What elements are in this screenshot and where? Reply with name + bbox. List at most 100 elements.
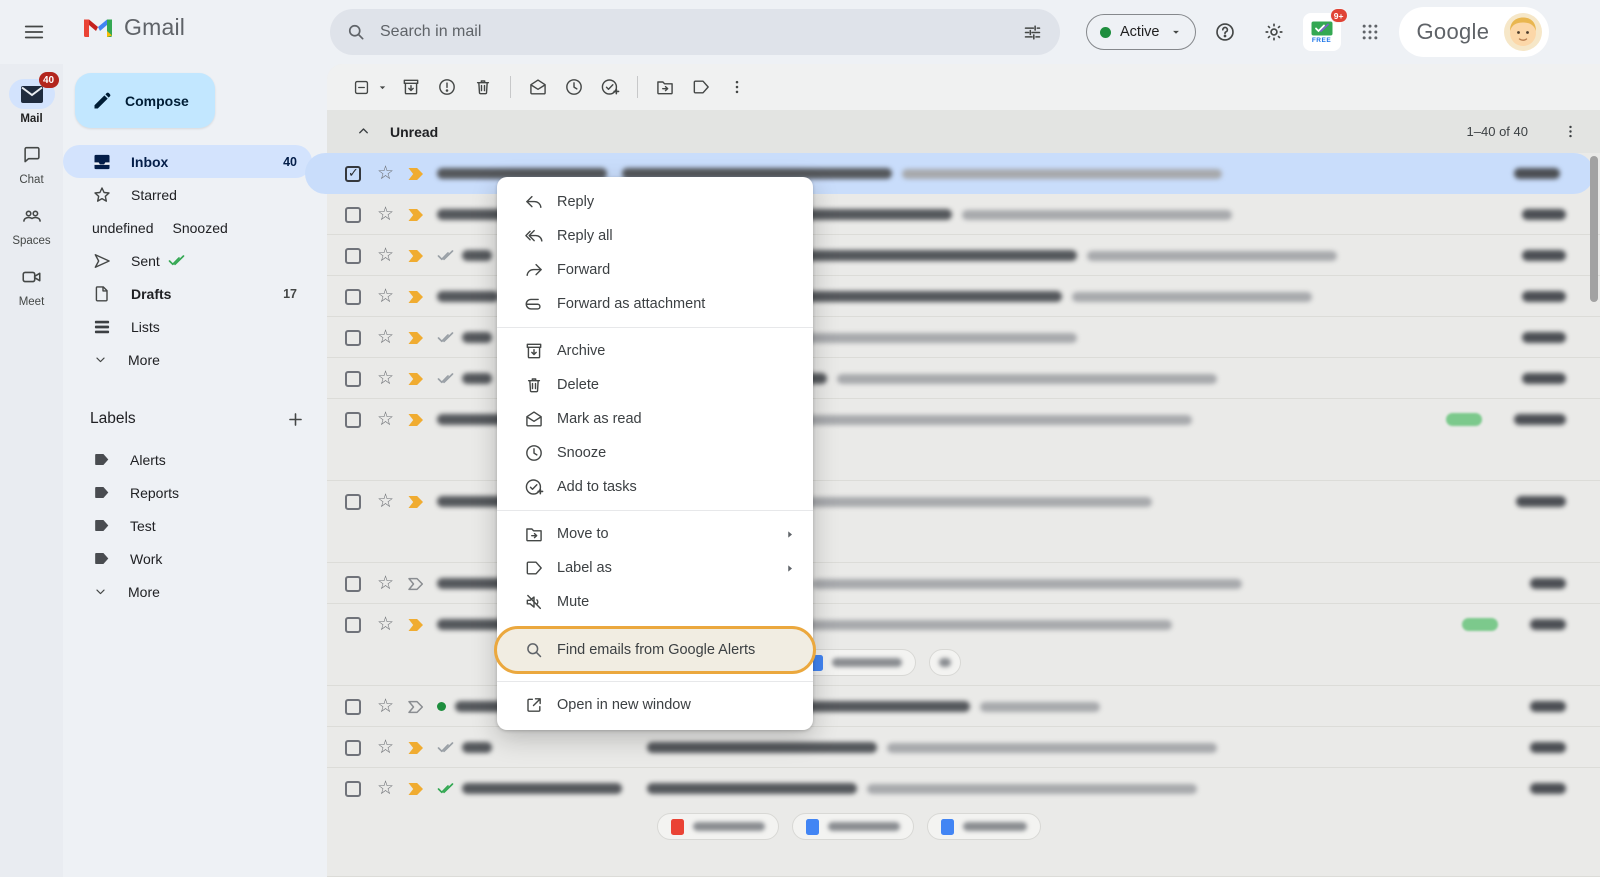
attachment-chip[interactable]	[792, 813, 914, 840]
star-icon[interactable]: ☆	[377, 328, 394, 347]
row-checkbox[interactable]	[345, 739, 361, 756]
importance-marker-icon[interactable]	[407, 372, 437, 386]
row-checkbox[interactable]	[345, 575, 361, 592]
menu-item-reply-all[interactable]: Reply all	[497, 219, 813, 253]
attachment-chip[interactable]	[657, 813, 779, 840]
row-checkbox[interactable]	[345, 165, 361, 182]
star-icon[interactable]: ☆	[377, 369, 394, 388]
menu-item-reply[interactable]: Reply	[497, 185, 813, 219]
importance-marker-icon[interactable]	[407, 167, 437, 181]
apps-grid-icon[interactable]	[1350, 12, 1390, 52]
importance-marker-icon[interactable]	[407, 331, 437, 345]
importance-marker-icon[interactable]	[407, 618, 437, 632]
row-checkbox[interactable]	[345, 411, 361, 428]
menu-item-delete[interactable]: Delete	[497, 368, 813, 402]
importance-marker-icon[interactable]	[407, 208, 437, 222]
importance-marker-icon[interactable]	[407, 290, 437, 304]
sidebar-item-snoozed[interactable]: undefined Snoozed	[63, 211, 312, 244]
sidebar-item-inbox[interactable]: Inbox 40	[63, 145, 312, 178]
search-options-icon[interactable]	[1012, 12, 1052, 52]
star-icon[interactable]: ☆	[377, 287, 394, 306]
sidebar-item-sent[interactable]: Sent	[63, 244, 312, 277]
row-checkbox[interactable]	[345, 247, 361, 264]
mark-unread-button[interactable]	[520, 69, 556, 105]
report-spam-button[interactable]	[429, 69, 465, 105]
importance-marker-icon[interactable]	[407, 577, 437, 591]
importance-marker-icon[interactable]	[407, 741, 437, 755]
sidebar-label-reports[interactable]: Reports	[63, 476, 312, 509]
menu-item-forward[interactable]: Forward	[497, 253, 813, 287]
sidebar-item-lists[interactable]: Lists	[63, 310, 312, 343]
archive-button[interactable]	[393, 69, 429, 105]
list-more-icon[interactable]	[1556, 118, 1584, 146]
importance-marker-icon[interactable]	[407, 700, 437, 714]
menu-item-label-as[interactable]: Label as	[497, 551, 813, 585]
attachment-chip[interactable]	[927, 813, 1041, 840]
search-bar[interactable]	[330, 9, 1060, 55]
sidebar-label-test[interactable]: Test	[63, 509, 312, 542]
scrollbar[interactable]	[1590, 156, 1598, 302]
star-icon[interactable]: ☆	[377, 574, 394, 593]
row-checkbox[interactable]	[345, 206, 361, 223]
menu-item-mute[interactable]: Mute	[497, 585, 813, 619]
rail-item-mail[interactable]: 40 Mail	[0, 72, 63, 125]
importance-marker-icon[interactable]	[407, 495, 437, 509]
row-checkbox[interactable]	[345, 329, 361, 346]
menu-item-open-in-new-window[interactable]: Open in new window	[497, 688, 813, 722]
rail-item-chat[interactable]: Chat	[0, 140, 63, 186]
settings-gear-icon[interactable]	[1254, 12, 1294, 52]
importance-marker-icon[interactable]	[407, 249, 437, 263]
main-menu-icon[interactable]	[14, 12, 54, 52]
status-selector[interactable]: Active	[1086, 14, 1196, 50]
google-account-button[interactable]: Google	[1398, 7, 1550, 57]
menu-item-move-to[interactable]: Move to	[497, 517, 813, 551]
avatar[interactable]	[1503, 12, 1543, 52]
search-input[interactable]	[380, 23, 1012, 41]
importance-marker-icon[interactable]	[407, 413, 437, 427]
delete-button[interactable]	[465, 69, 501, 105]
star-icon[interactable]: ☆	[377, 205, 394, 224]
more-button[interactable]	[719, 69, 755, 105]
star-icon[interactable]: ☆	[377, 697, 394, 716]
add-to-tasks-button[interactable]	[592, 69, 628, 105]
row-checkbox[interactable]	[345, 370, 361, 387]
menu-item-forward-as-attachment[interactable]: Forward as attachment	[497, 287, 813, 321]
labels-button[interactable]	[683, 69, 719, 105]
collapse-section-icon[interactable]	[351, 120, 375, 144]
menu-item-add-to-tasks[interactable]: Add to tasks	[497, 470, 813, 504]
sidebar-label-work[interactable]: Work	[63, 542, 312, 575]
row-checkbox[interactable]	[345, 493, 361, 510]
row-checkbox[interactable]	[345, 780, 361, 797]
sidebar-item-drafts[interactable]: Drafts 17	[63, 277, 312, 310]
move-to-button[interactable]	[647, 69, 683, 105]
star-icon[interactable]: ☆	[377, 410, 394, 429]
create-label-icon[interactable]	[286, 410, 305, 429]
mailtrack-extension-icon[interactable]: FREE 9+	[1302, 8, 1348, 51]
menu-item-mark-as-read[interactable]: Mark as read	[497, 402, 813, 436]
row-checkbox[interactable]	[345, 698, 361, 715]
email-row[interactable]: ☆	[327, 768, 1600, 877]
email-row[interactable]: ☆	[327, 727, 1600, 768]
select-caret[interactable]	[373, 69, 391, 105]
sidebar-label-alerts[interactable]: Alerts	[63, 443, 312, 476]
row-checkbox[interactable]	[345, 616, 361, 633]
menu-item-find-emails-from-google-alerts[interactable]: Find emails from Google Alerts	[494, 626, 816, 674]
rail-item-meet[interactable]: Meet	[0, 262, 63, 308]
snooze-button[interactable]	[556, 69, 592, 105]
star-icon[interactable]: ☆	[377, 779, 394, 798]
sidebar-label-more[interactable]: More	[63, 575, 312, 608]
star-icon[interactable]: ☆	[377, 492, 394, 511]
attachment-overflow-chip[interactable]	[929, 649, 961, 676]
sidebar-item-more[interactable]: More	[63, 343, 312, 376]
star-icon[interactable]: ☆	[377, 615, 394, 634]
star-icon[interactable]: ☆	[377, 738, 394, 757]
row-checkbox[interactable]	[345, 288, 361, 305]
compose-button[interactable]: Compose	[75, 73, 215, 128]
help-icon[interactable]	[1205, 12, 1245, 52]
menu-item-snooze[interactable]: Snooze	[497, 436, 813, 470]
importance-marker-icon[interactable]	[407, 782, 437, 796]
star-icon[interactable]: ☆	[377, 246, 394, 265]
star-icon[interactable]: ☆	[377, 164, 394, 183]
sidebar-item-starred[interactable]: Starred	[63, 178, 312, 211]
rail-item-spaces[interactable]: Spaces	[0, 201, 63, 247]
